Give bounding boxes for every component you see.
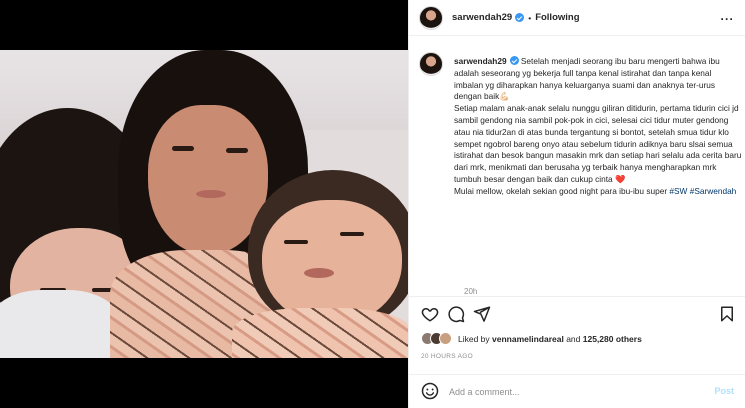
bookmark-icon[interactable] <box>718 305 738 325</box>
comment-bar: Post <box>409 374 745 408</box>
verified-badge-icon <box>515 13 525 22</box>
heart-icon[interactable] <box>421 305 441 325</box>
media-panel <box>0 0 408 408</box>
post-button[interactable]: Post <box>714 386 734 396</box>
more-options-icon[interactable]: ··· <box>721 12 735 26</box>
header-separator: • <box>528 12 532 23</box>
caption-time-ago[interactable]: 20h <box>464 287 477 296</box>
likes-summary[interactable]: Liked by vennamelindareal and 125,280 ot… <box>421 332 642 345</box>
hashtag-link[interactable]: #Sarwendah <box>690 186 737 196</box>
post-header: sarwendah29 • Following ··· <box>409 0 745 36</box>
header-username[interactable]: sarwendah29 <box>452 12 512 23</box>
caption-paragraph-2: Setiap malam anak-anak selalu nunggu gil… <box>454 103 742 184</box>
comment-icon[interactable] <box>447 305 467 325</box>
caption-username[interactable]: sarwendah29 <box>454 56 507 66</box>
post-details-panel: sarwendah29 • Following ··· sarwendah29 … <box>408 0 745 408</box>
following-button[interactable]: Following <box>535 12 579 23</box>
action-bar <box>409 296 745 336</box>
avatar[interactable] <box>419 5 443 30</box>
caption-avatar[interactable] <box>419 52 443 76</box>
post-timestamp[interactable]: 20 HOURS AGO <box>421 353 473 360</box>
comment-input[interactable] <box>449 386 689 397</box>
hashtag-link[interactable]: #SW <box>669 186 687 196</box>
avatar <box>439 332 452 345</box>
emoji-icon[interactable] <box>421 382 439 402</box>
caption-text: sarwendah29 Setelah menjadi seorang ibu … <box>454 56 742 198</box>
likes-text: Liked by vennamelindareal and 125,280 ot… <box>458 333 642 344</box>
verified-badge-icon <box>509 56 519 65</box>
caption-paragraph-3: Mulai mellow, okelah sekian good night p… <box>454 185 668 196</box>
post-modal: sarwendah29 • Following ··· sarwendah29 … <box>0 0 745 408</box>
likes-count[interactable]: 125,280 others <box>583 334 642 344</box>
post-photo[interactable] <box>0 50 408 358</box>
share-icon[interactable] <box>473 305 493 325</box>
liked-by-user[interactable]: vennamelindareal <box>492 334 564 344</box>
